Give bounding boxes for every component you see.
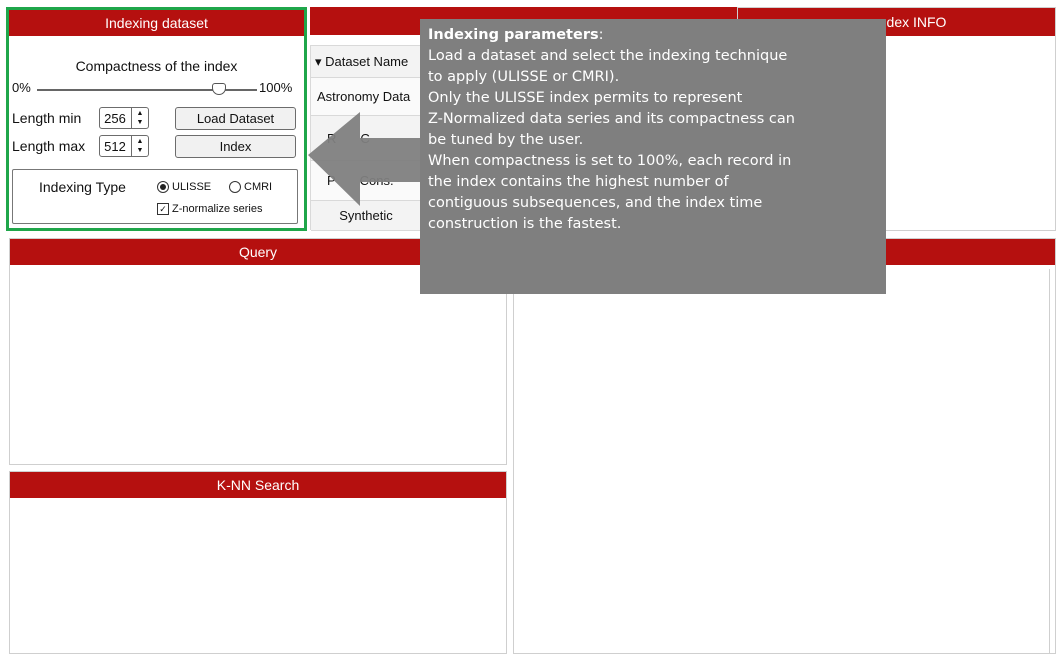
radio-cmri-icon[interactable] (229, 181, 241, 193)
query-plot-area[interactable] (12, 267, 504, 462)
tooltip-line: Z-Normalized data series and its compact… (428, 111, 795, 127)
radio-ulisse[interactable]: ULISSE (157, 181, 211, 193)
results-scrollbar[interactable] (1049, 269, 1053, 653)
pointer-arrow-icon (308, 112, 425, 206)
knn-header: K-NN Search (10, 472, 506, 498)
length-max-label: Length max (12, 138, 86, 154)
results-panel (513, 238, 1056, 654)
indexing-type-box: Indexing Type ULISSE CMRI ✓ Z-normalize … (12, 169, 298, 224)
length-min-value: 256 (104, 110, 126, 126)
slider-thumb[interactable] (212, 83, 226, 95)
length-min-stepper[interactable]: 256 ▲ ▼ (99, 107, 149, 129)
stepper-arrows-icon[interactable]: ▲ ▼ (131, 136, 148, 156)
knn-plot-area[interactable] (12, 500, 504, 651)
radio-ulisse-icon[interactable] (157, 181, 169, 193)
tooltip-line: to apply (ULISSE or CMRI). (428, 69, 620, 85)
radio-cmri[interactable]: CMRI (229, 181, 272, 193)
tooltip-line: be tuned by the user. (428, 132, 584, 148)
tooltip-line: Only the ULISSE index permits to represe… (428, 90, 743, 106)
checkbox-checked-icon[interactable]: ✓ (157, 203, 169, 215)
tooltip-line: the index contains the highest number of (428, 174, 729, 190)
tooltip-line: contiguous subsequences, and the index t… (428, 195, 763, 211)
length-max-value: 512 (104, 138, 126, 154)
tooltip-heading-line: Indexing parameters: (428, 27, 604, 43)
indexing-header: Indexing dataset (9, 10, 304, 36)
tooltip-line: When compactness is set to 100%, each re… (428, 153, 792, 169)
indexing-panel: Indexing dataset Compactness of the inde… (6, 7, 307, 231)
indexing-type-label: Indexing Type (39, 179, 126, 195)
slider-max-label: 100% (259, 80, 293, 95)
znormalize-checkbox[interactable]: ✓ Z-normalize series (157, 203, 262, 215)
stepper-arrows-icon[interactable]: ▲ ▼ (131, 108, 148, 128)
compactness-label: Compactness of the index (75, 58, 238, 74)
tooltip-line: Load a dataset and select the indexing t… (428, 48, 788, 64)
index-button[interactable]: Index (175, 135, 296, 158)
slider-min-label: 0% (12, 80, 31, 95)
tooltip-heading: Indexing parameters (428, 27, 599, 43)
tooltip-line: construction is the fastest. (428, 216, 622, 232)
length-max-stepper[interactable]: 512 ▲ ▼ (99, 135, 149, 157)
load-dataset-button[interactable]: Load Dataset (175, 107, 296, 130)
dataset-column-header[interactable]: ▾ Dataset Name (311, 46, 421, 78)
indexing-parameters-tooltip: Indexing parameters: Load a dataset and … (420, 19, 886, 294)
length-min-label: Length min (12, 110, 82, 126)
compactness-slider[interactable] (37, 83, 257, 95)
knn-panel: K-NN Search (9, 471, 507, 654)
